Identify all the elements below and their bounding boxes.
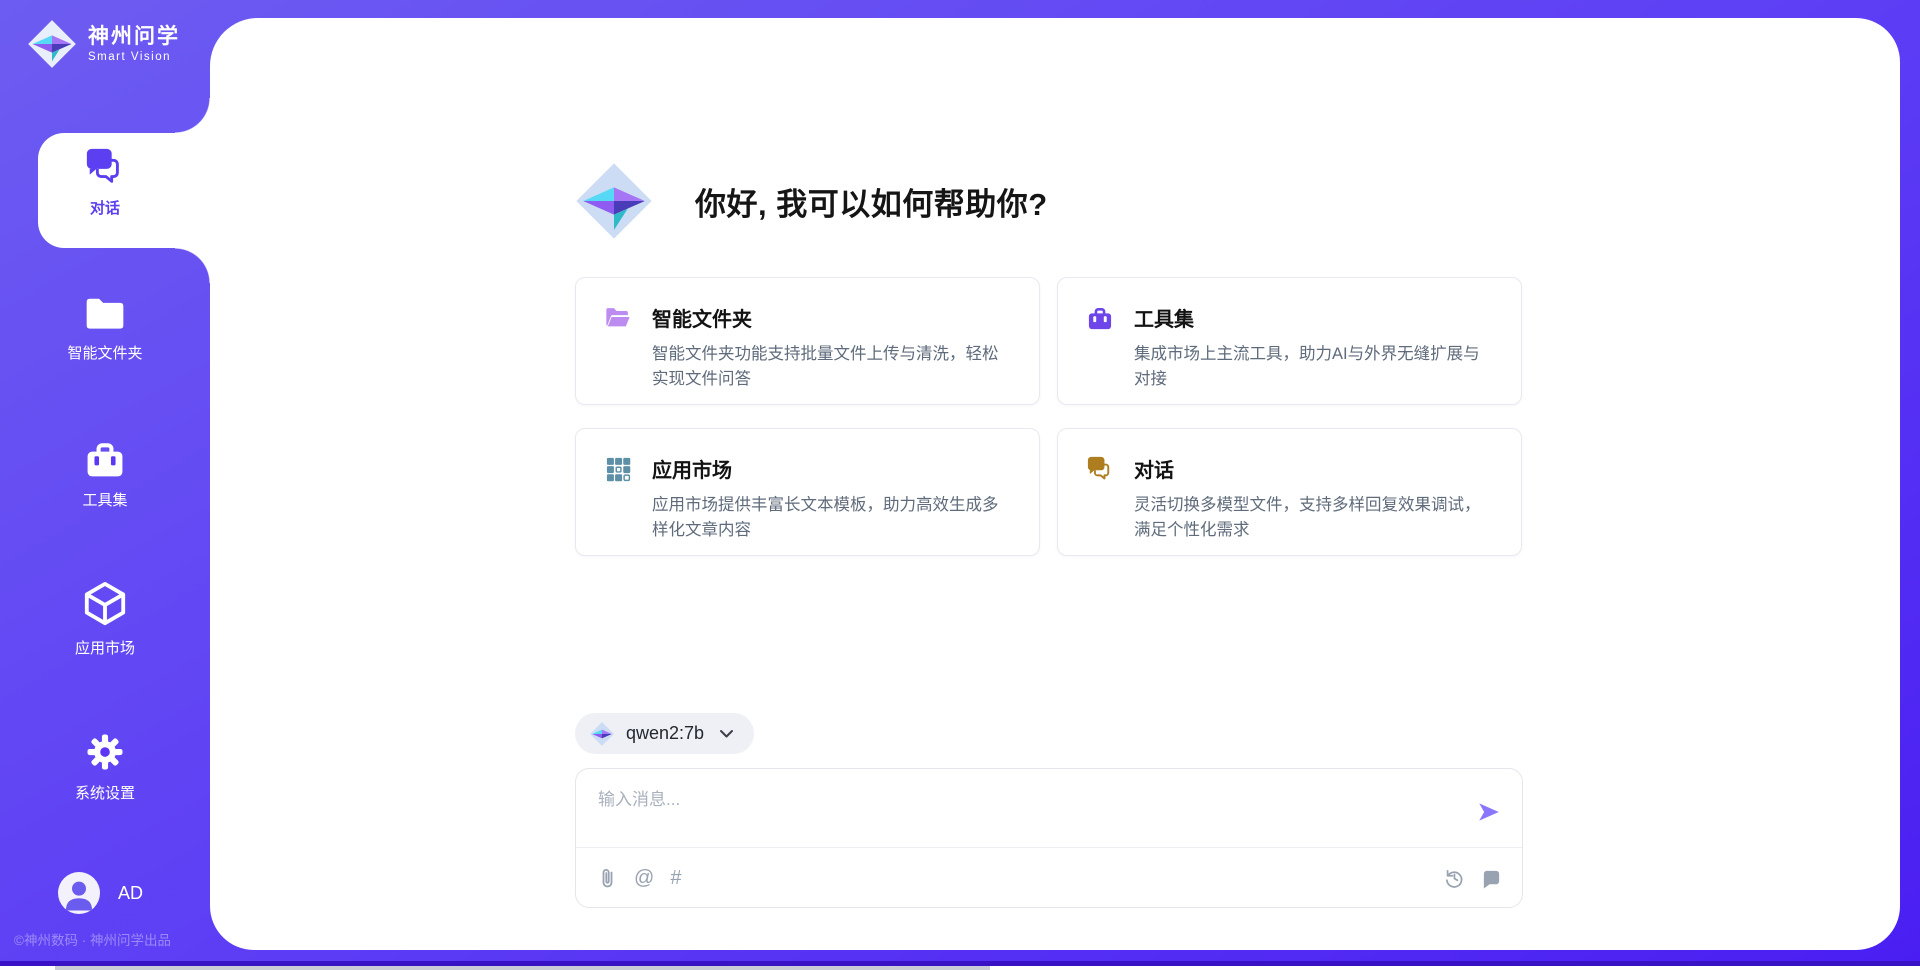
folder-open-icon bbox=[604, 304, 632, 332]
greeting-title: 你好, 我可以如何帮助你? bbox=[695, 179, 1048, 224]
sidebar-item-label: 应用市场 bbox=[75, 637, 135, 658]
brand-subtitle: Smart Vision bbox=[88, 51, 180, 63]
copyright-text: ©神州数码 · 神州问学出品 bbox=[14, 929, 171, 949]
horizontal-scrollbar[interactable] bbox=[0, 966, 1920, 970]
sidebar-item-label: 对话 bbox=[90, 197, 120, 218]
user-profile[interactable]: AD bbox=[58, 872, 143, 914]
sidebar-item-chat[interactable]: 对话 bbox=[0, 146, 210, 218]
card-description: 集成市场上主流工具，助力AI与外界无缝扩展与对接 bbox=[1134, 342, 1493, 392]
brand: 神州问学 Smart Vision bbox=[26, 18, 180, 70]
cube-icon bbox=[82, 580, 128, 628]
sidebar-item-smart-folder[interactable]: 智能文件夹 bbox=[0, 293, 210, 363]
message-composer: @ # bbox=[575, 768, 1523, 908]
feature-cards: 智能文件夹 智能文件夹功能支持批量文件上传与清洗，轻松实现文件问答 工具集 集成… bbox=[575, 277, 1523, 556]
sidebar-item-label: 工具集 bbox=[82, 489, 127, 510]
chat-bubbles-icon bbox=[1086, 455, 1114, 483]
chat-icon bbox=[84, 146, 126, 188]
model-selector[interactable]: qwen2:7b bbox=[575, 713, 754, 754]
attachment-icon[interactable] bbox=[598, 867, 618, 889]
model-name: qwen2:7b bbox=[626, 723, 704, 744]
folder-icon bbox=[83, 293, 127, 333]
composer-toolbar: @ # bbox=[598, 848, 1502, 908]
briefcase-icon bbox=[1086, 304, 1114, 332]
brand-name: 神州问学 bbox=[88, 25, 180, 48]
toolbox-icon bbox=[83, 438, 127, 480]
scrollbar-thumb[interactable] bbox=[55, 966, 990, 970]
card-title: 工具集 bbox=[1134, 303, 1493, 332]
avatar bbox=[58, 872, 100, 914]
chevron-down-icon bbox=[719, 729, 734, 739]
card-description: 应用市场提供丰富长文本模板，助力高效生成多样化文章内容 bbox=[652, 493, 1011, 543]
assistant-diamond-icon bbox=[573, 160, 655, 242]
mention-icon[interactable]: @ bbox=[634, 868, 654, 888]
card-app-market[interactable]: 应用市场 应用市场提供丰富长文本模板，助力高效生成多样化文章内容 bbox=[575, 428, 1040, 556]
message-input[interactable] bbox=[598, 785, 1418, 841]
card-smart-folder[interactable]: 智能文件夹 智能文件夹功能支持批量文件上传与清洗，轻松实现文件问答 bbox=[575, 277, 1040, 405]
card-title: 对话 bbox=[1134, 454, 1493, 483]
sidebar: 神州问学 Smart Vision 对话 智能文件夹 工具集 应用市场 bbox=[0, 0, 210, 970]
history-icon[interactable] bbox=[1443, 867, 1465, 889]
chat-bubble-icon[interactable] bbox=[1481, 868, 1502, 889]
user-initials: AD bbox=[118, 883, 143, 904]
sidebar-item-app-market[interactable]: 应用市场 bbox=[0, 580, 210, 658]
person-icon bbox=[58, 872, 100, 914]
sidebar-item-toolset[interactable]: 工具集 bbox=[0, 438, 210, 510]
sidebar-item-label: 系统设置 bbox=[75, 782, 135, 803]
model-diamond-icon bbox=[589, 721, 615, 747]
hashtag-icon[interactable]: # bbox=[670, 868, 681, 888]
brand-diamond-icon bbox=[26, 18, 78, 70]
card-title: 应用市场 bbox=[652, 454, 1011, 483]
sidebar-item-settings[interactable]: 系统设置 bbox=[0, 731, 210, 803]
send-icon[interactable] bbox=[1476, 799, 1502, 825]
card-toolset[interactable]: 工具集 集成市场上主流工具，助力AI与外界无缝扩展与对接 bbox=[1057, 277, 1522, 405]
card-title: 智能文件夹 bbox=[652, 303, 1011, 332]
sidebar-item-label: 智能文件夹 bbox=[67, 342, 142, 363]
gear-icon bbox=[84, 731, 126, 773]
greeting-block: 你好, 我可以如何帮助你? bbox=[573, 160, 1048, 242]
card-description: 灵活切换多模型文件，支持多样回复效果调试，满足个性化需求 bbox=[1134, 493, 1493, 543]
main-panel: 你好, 我可以如何帮助你? 智能文件夹 智能文件夹功能支持批量文件上传与清洗，轻… bbox=[210, 18, 1900, 950]
card-description: 智能文件夹功能支持批量文件上传与清洗，轻松实现文件问答 bbox=[652, 342, 1011, 392]
card-chat[interactable]: 对话 灵活切换多模型文件，支持多样回复效果调试，满足个性化需求 bbox=[1057, 428, 1522, 556]
grid-icon bbox=[604, 455, 632, 483]
